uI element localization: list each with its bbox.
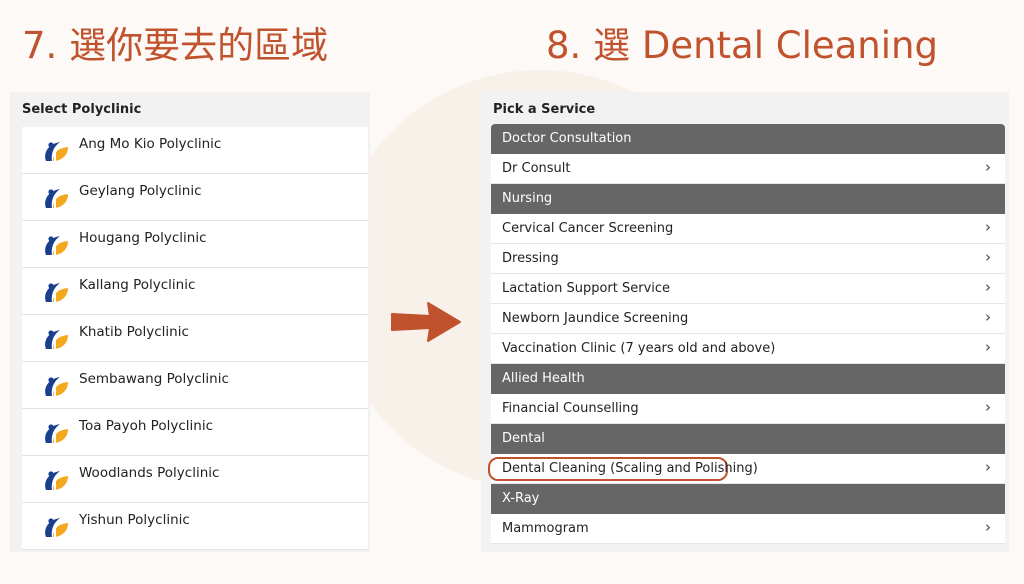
polyclinic-logo-icon <box>45 236 68 255</box>
service-label: Cervical Cancer Screening <box>502 221 674 236</box>
chevron-right-icon: › <box>985 218 991 236</box>
polyclinic-logo-icon <box>45 377 68 396</box>
arrow-right-icon <box>391 302 461 342</box>
polyclinic-item-khatib-polyclinic[interactable]: Khatib Polyclinic <box>22 315 368 362</box>
service-item-dr-consult[interactable]: Dr Consult › <box>491 154 1005 184</box>
service-label: Financial Counselling <box>502 401 639 416</box>
polyclinic-name: Kallang Polyclinic <box>79 277 196 293</box>
category-header-x-ray: X-Ray <box>491 484 1005 514</box>
service-list: Doctor Consultation Dr Consult › Nursing Cer… <box>488 124 1005 544</box>
step-7-title: 7. 選你要去的區域 <box>22 24 329 67</box>
chevron-right-icon: › <box>985 248 991 266</box>
service-label: Lactation Support Service <box>502 281 671 296</box>
polyclinic-item-woodlands-polyclinic[interactable]: Woodlands Polyclinic <box>22 456 368 503</box>
polyclinic-logo-icon <box>45 142 68 161</box>
service-label: Vaccination Clinic (7 years old and abov… <box>502 341 776 356</box>
polyclinic-item-kallang-polyclinic[interactable]: Kallang Polyclinic <box>22 268 368 315</box>
polyclinic-logo-icon <box>45 330 68 349</box>
polyclinic-item-ang-mo-kio-polyclinic[interactable]: Ang Mo Kio Polyclinic <box>22 127 368 174</box>
polyclinic-name: Toa Payoh Polyclinic <box>79 418 213 434</box>
polyclinic-name: Khatib Polyclinic <box>79 324 189 340</box>
polyclinic-logo-icon <box>45 518 68 537</box>
polyclinic-name: Hougang Polyclinic <box>79 230 207 246</box>
polyclinic-logo-icon <box>45 471 68 490</box>
polyclinic-item-toa-payoh-polyclinic[interactable]: Toa Payoh Polyclinic <box>22 409 368 456</box>
category-header-nursing: Nursing <box>491 184 1005 214</box>
step-8-title: 8. 選 Dental Cleaning <box>546 24 938 67</box>
polyclinic-logo-icon <box>45 424 68 443</box>
chevron-right-icon: › <box>985 278 991 296</box>
polyclinic-item-geylang-polyclinic[interactable]: Geylang Polyclinic <box>22 174 368 221</box>
polyclinic-name: Yishun Polyclinic <box>79 512 190 528</box>
chevron-right-icon: › <box>985 158 991 176</box>
category-header-allied-health: Allied Health <box>491 364 1005 394</box>
service-item-dressing[interactable]: Dressing › <box>491 244 1005 274</box>
polyclinic-name: Geylang Polyclinic <box>79 183 202 199</box>
service-label: Dressing <box>502 251 559 266</box>
chevron-right-icon: › <box>985 338 991 356</box>
chevron-right-icon: › <box>985 308 991 326</box>
pick-service-header: Pick a Service <box>493 102 596 117</box>
polyclinic-name: Sembawang Polyclinic <box>79 371 229 387</box>
service-item-financial-counselling[interactable]: Financial Counselling › <box>491 394 1005 424</box>
polyclinic-item-sembawang-polyclinic[interactable]: Sembawang Polyclinic <box>22 362 368 409</box>
service-item-mammogram[interactable]: Mammogram › <box>491 514 1005 544</box>
service-label: Newborn Jaundice Screening <box>502 311 689 326</box>
service-item-cervical-cancer-screening[interactable]: Cervical Cancer Screening › <box>491 214 1005 244</box>
service-item-lactation-support-service[interactable]: Lactation Support Service › <box>491 274 1005 304</box>
service-item-newborn-jaundice-screening[interactable]: Newborn Jaundice Screening › <box>491 304 1005 334</box>
select-polyclinic-header: Select Polyclinic <box>22 102 142 117</box>
service-label: Dental Cleaning (Scaling and Polishing) <box>502 461 758 476</box>
service-label: Mammogram <box>502 521 589 536</box>
chevron-right-icon: › <box>985 458 991 476</box>
polyclinic-name: Ang Mo Kio Polyclinic <box>79 136 222 152</box>
chevron-right-icon: › <box>985 518 991 536</box>
polyclinic-list: Ang Mo Kio Polyclinic Geylang Polyclinic H… <box>22 127 368 550</box>
polyclinic-item-hougang-polyclinic[interactable]: Hougang Polyclinic <box>22 221 368 268</box>
service-item-vaccination-clinic-7-years-old-and-above[interactable]: Vaccination Clinic (7 years old and abov… <box>491 334 1005 364</box>
select-polyclinic-panel: Select Polyclinic Ang Mo Kio Polyclinic G… <box>10 92 370 552</box>
polyclinic-name: Woodlands Polyclinic <box>79 465 220 481</box>
pick-service-panel: Pick a Service Doctor Consultation Dr Con… <box>481 92 1009 552</box>
polyclinic-logo-icon <box>45 283 68 302</box>
polyclinic-item-yishun-polyclinic[interactable]: Yishun Polyclinic <box>22 503 368 550</box>
category-header-dental: Dental <box>491 424 1005 454</box>
service-label: Dr Consult <box>502 161 571 176</box>
polyclinic-logo-icon <box>45 189 68 208</box>
service-item-dental-cleaning-scaling-and-polishing[interactable]: Dental Cleaning (Scaling and Polishing) › <box>488 454 1005 484</box>
category-header-doctor-consultation: Doctor Consultation <box>491 124 1005 154</box>
chevron-right-icon: › <box>985 398 991 416</box>
